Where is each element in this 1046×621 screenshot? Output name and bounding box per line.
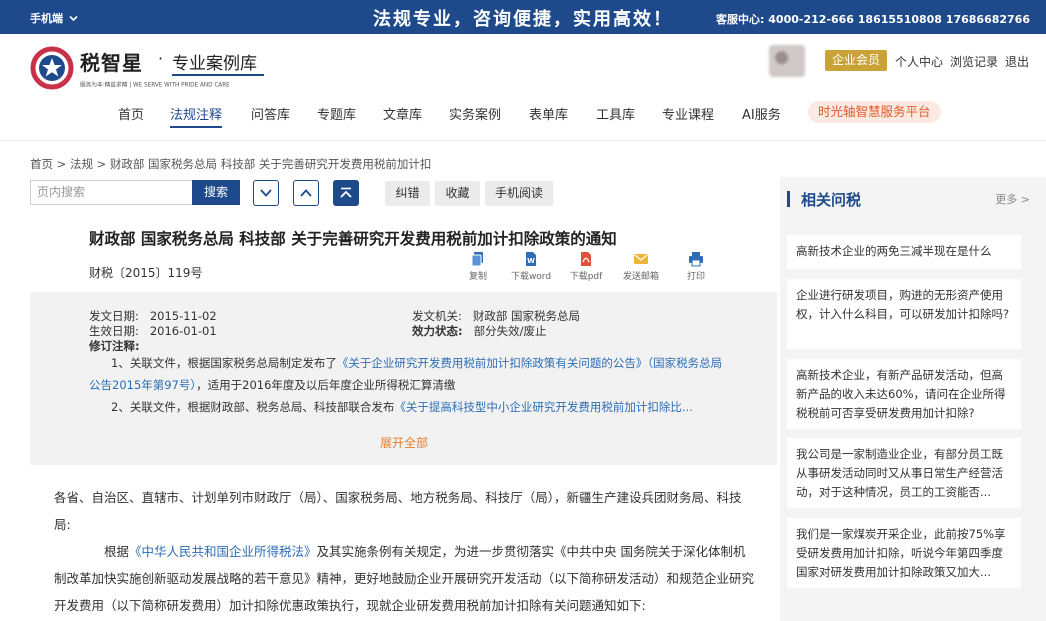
brand-tagline: 服务为本·精益求精 | WE SERVE WITH PRIDE AND CARE	[80, 81, 230, 89]
sidebar-more-link[interactable]: 更多 >	[995, 191, 1030, 207]
nav-item-forms[interactable]: 表单库	[529, 104, 568, 123]
word-file-icon: W	[526, 252, 536, 266]
nav-item-cases[interactable]: 实务案例	[449, 104, 501, 123]
back-to-top-icon	[340, 187, 352, 198]
brand-name: 税智星	[80, 51, 143, 75]
related-question-2[interactable]: 企业进行研发项目，购进的无形资产使用权，计入什么科目，可以研发加计扣除吗?	[787, 279, 1021, 349]
print-action[interactable]: 打印	[666, 251, 726, 282]
issue-date-row: 发文日期: 2015-11-02	[89, 308, 217, 324]
expand-all-link[interactable]: 展开全部	[380, 434, 428, 451]
nav-platform-button[interactable]: 时光轴智慧服务平台	[808, 101, 941, 123]
chevron-down-icon	[69, 15, 78, 22]
related-question-4[interactable]: 我公司是一家制造业企业，有部分员工既从事研发活动同时又从事日常生产经营活动，对于…	[787, 438, 1021, 508]
header-divider	[0, 140, 1046, 141]
mobile-entry[interactable]: 手机端	[30, 10, 78, 26]
effective-date-value: 2016-01-01	[149, 324, 217, 338]
nav-item-qa[interactable]: 问答库	[251, 104, 290, 123]
brand-subtitle: 专业案例库	[172, 54, 257, 74]
top-bar: 手机端 法规专业，咨询便捷，实用高效！ 客服中心: 4000-212-666 1…	[0, 0, 1046, 34]
body-p2-prefix: 根据	[104, 544, 130, 559]
note-1-text: 1、关联文件，根据国家税务总局制定发布了	[111, 356, 337, 370]
note-2-link[interactable]: 《关于提高科技型中小企业研究开发费用税前加计扣除比...	[394, 400, 692, 414]
note-2-text: 2、关联文件，根据财政部、税务总局、科技部联合发布	[111, 400, 395, 414]
nav-item-articles[interactable]: 文章库	[383, 104, 422, 123]
related-question-3[interactable]: 高新技术企业，有新产品研发活动，但高新产品的收入未达60%，请问在企业所得税税前…	[787, 359, 1021, 429]
sidebar-accent-bar	[787, 191, 790, 207]
star-logo-icon	[30, 46, 74, 90]
send-email-action[interactable]: 发送邮箱	[611, 251, 671, 282]
nav-item-home[interactable]: 首页	[118, 104, 144, 123]
doc-body: 各省、自治区、直辖市、计划单列市财政厅（局）、国家税务局、地方税务局、科技厅（局…	[54, 484, 754, 619]
user-link-history[interactable]: 浏览记录	[950, 55, 998, 69]
nav-item-regulations[interactable]: 法规注释	[170, 104, 223, 128]
copy-label: 复制	[468, 272, 487, 282]
related-question-1[interactable]: 高新技术企业的两免三减半现在是什么	[787, 235, 1021, 269]
nav-item-courses[interactable]: 专业课程	[662, 104, 714, 123]
related-question-5[interactable]: 我们是一家煤炭开采企业，此前按75%享受研发费用加计扣除，听说今年第四季度国家对…	[787, 518, 1021, 588]
site-logo[interactable]: 税智星 · 专业案例库 服务为本·精益求精 | WE SERVE WITH PR…	[30, 44, 270, 94]
chevron-up-icon	[300, 189, 312, 197]
nav-item-topics[interactable]: 专题库	[317, 104, 356, 123]
effective-date-label: 生效日期:	[89, 324, 139, 338]
member-badge[interactable]: 企业会员	[825, 50, 887, 71]
tax-law-link[interactable]: 《中华人民共和国企业所得税法》	[129, 544, 317, 559]
report-error-button[interactable]: 纠错	[385, 181, 430, 206]
page-search-input[interactable]: 页内搜索	[30, 180, 192, 205]
svg-text:W: W	[527, 257, 535, 265]
user-link-logout[interactable]: 退出	[1005, 55, 1029, 69]
next-match-button[interactable]	[253, 180, 279, 206]
download-word-label: 下载word	[510, 272, 552, 282]
nav-item-tools[interactable]: 工具库	[596, 104, 635, 123]
doc-number: 财税〔2015〕119号	[89, 266, 203, 280]
print-label: 打印	[686, 272, 705, 282]
download-pdf-action[interactable]: 下载pdf	[556, 251, 616, 282]
issue-date-label: 发文日期:	[89, 309, 139, 323]
issuer-value: 财政部 国家税务总局	[472, 309, 580, 323]
revision-note-2: 2、关联文件，根据财政部、税务总局、科技部联合发布《关于提高科技型中小企业研究开…	[89, 396, 729, 418]
user-links: 个人中心 浏览记录 退出	[895, 53, 1036, 70]
body-paragraph-1: 各省、自治区、直辖市、计划单列市财政厅（局）、国家税务局、地方税务局、科技厅（局…	[54, 490, 742, 532]
pdf-file-icon	[581, 252, 591, 266]
sidebar-header: 相关问税 更多 >	[787, 189, 1032, 209]
status-row: 效力状态: 部分失效/废止	[412, 323, 546, 339]
chevron-down-icon	[260, 189, 272, 197]
send-email-label: 发送邮箱	[622, 272, 659, 282]
user-link-center[interactable]: 个人中心	[895, 55, 943, 69]
doc-title: 财政部 国家税务总局 科技部 关于完善研究开发费用税前加计扣除政策的通知	[89, 230, 617, 248]
mobile-read-button[interactable]: 手机阅读	[485, 181, 553, 206]
copy-icon	[471, 252, 483, 267]
back-to-top-button[interactable]	[333, 180, 359, 206]
status-label: 效力状态:	[412, 324, 463, 338]
sidebar-title: 相关问税	[801, 191, 862, 209]
copy-action[interactable]: 复制	[448, 251, 508, 282]
brand-dot: ·	[158, 49, 164, 68]
brand-underline	[172, 74, 264, 76]
avatar[interactable]	[769, 45, 805, 77]
nav-item-ai[interactable]: AI服务	[742, 104, 781, 123]
issue-date-value: 2015-11-02	[149, 309, 217, 323]
mail-icon	[634, 254, 648, 264]
prev-match-button[interactable]	[293, 180, 319, 206]
issuer-label: 发文机关:	[412, 309, 462, 323]
download-word-action[interactable]: W 下载word	[501, 251, 561, 282]
issuer-row: 发文机关: 财政部 国家税务总局	[412, 308, 580, 324]
favorite-button[interactable]: 收藏	[435, 181, 480, 206]
download-pdf-label: 下载pdf	[569, 272, 603, 282]
hotline: 客服中心: 4000-212-666 18615510808 176866827…	[716, 13, 1030, 26]
search-button[interactable]: 搜索	[192, 180, 240, 205]
breadcrumb[interactable]: 首页 > 法规 > 财政部 国家税务总局 科技部 关于完善研究开发费用税前加计扣	[30, 156, 431, 172]
printer-icon	[689, 252, 703, 267]
status-value: 部分失效/废止	[473, 324, 547, 338]
effective-date-row: 生效日期: 2016-01-01	[89, 323, 217, 339]
revision-note-1: 1、关联文件，根据国家税务总局制定发布了《关于企业研究开发费用税前加计扣除政策有…	[89, 352, 729, 396]
note-1-suffix: ，适用于2016年度及以后年度企业所得税汇算清缴	[196, 378, 456, 392]
mobile-label: 手机端	[30, 12, 63, 25]
body-paragraph-2: 根据《中华人民共和国企业所得税法》及其实施条例有关规定，为进一步贯彻落实《中共中…	[54, 538, 754, 619]
